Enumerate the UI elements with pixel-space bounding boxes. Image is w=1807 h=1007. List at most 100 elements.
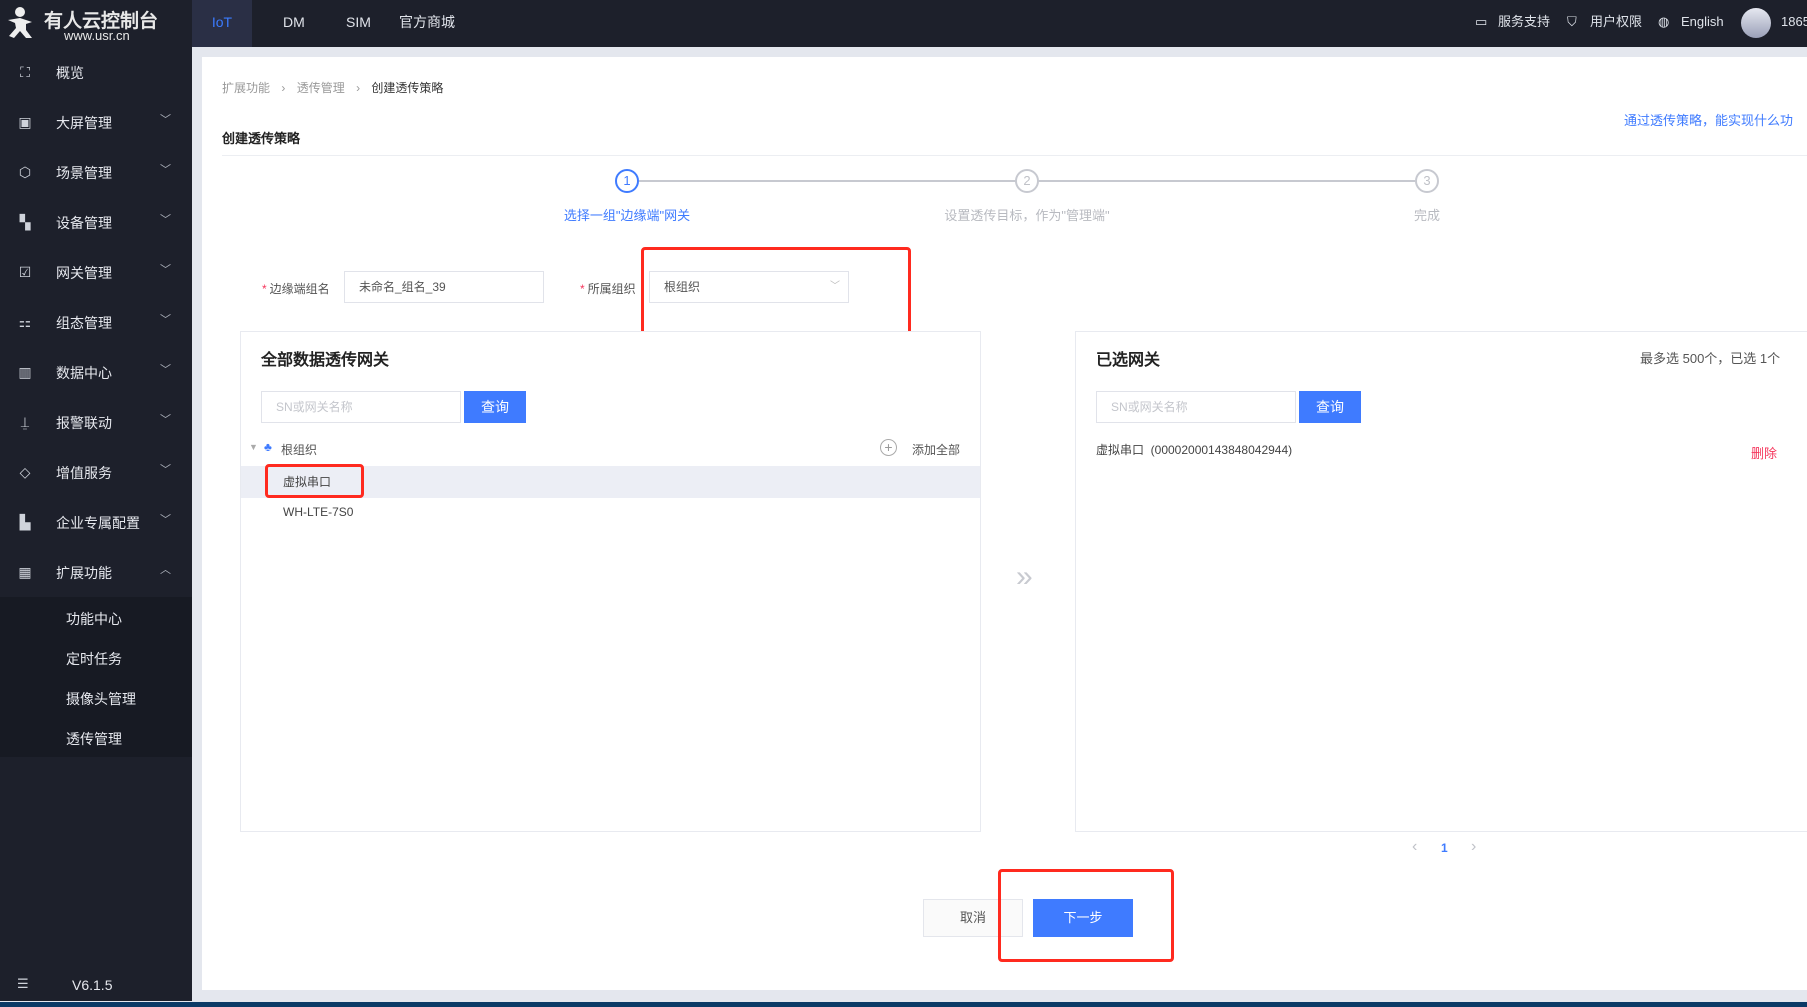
all-gateways-title: 全部数据透传网关 xyxy=(261,352,390,369)
group-name-input[interactable]: 未命名_组名_39 xyxy=(344,271,544,303)
breadcrumb-current: 创建透传策略 xyxy=(371,81,444,95)
step-2-label: 设置透传目标，作为"管理端" xyxy=(944,208,1110,223)
shield-icon[interactable]: ⛉ xyxy=(1567,0,1577,47)
grid-icon: ▦ xyxy=(18,564,32,580)
transfer-arrow-icon[interactable]: » xyxy=(1016,560,1033,594)
support-link[interactable]: 服务支持 xyxy=(1498,0,1550,47)
chevron-down-icon: ﹀ xyxy=(160,264,171,276)
submenu: 功能中心 定时任务 摄像头管理 透传管理 xyxy=(0,597,192,757)
chevron-down-icon: ﹀ xyxy=(160,214,171,226)
highlight-box-item xyxy=(265,464,364,498)
chevron-right-icon: › xyxy=(356,81,361,95)
sidebar-item-label: 网关管理 xyxy=(56,265,112,281)
screen-icon: ▣ xyxy=(18,114,32,130)
sidebar-item-label: 报警联动 xyxy=(56,415,112,431)
sidebar-item-label: 组态管理 xyxy=(56,315,112,331)
diamond-icon: ◇ xyxy=(19,464,31,480)
submenu-passthrough[interactable]: 透传管理 xyxy=(66,729,122,749)
sidebar-item-data[interactable]: ▥ 数据中心 ﹀ xyxy=(0,347,192,397)
logo[interactable]: 有人云控制台 www.usr.cn xyxy=(6,4,186,44)
page-1[interactable]: 1 xyxy=(1441,841,1448,855)
sidebar-item-label: 概览 xyxy=(56,65,84,81)
version-label: V6.1.5 xyxy=(72,977,113,993)
sidebar-item-label: 设备管理 xyxy=(56,215,112,231)
scene-icon: ⬡ xyxy=(18,164,32,180)
brand-url: www.usr.cn xyxy=(64,28,130,43)
breadcrumb-extensions[interactable]: 扩展功能 xyxy=(222,81,270,95)
chevron-down-icon: ﹀ xyxy=(160,364,171,376)
chevron-down-icon: ﹀ xyxy=(160,164,171,176)
sidebar-item-label: 大屏管理 xyxy=(56,115,112,131)
tree-root[interactable]: 根组织 xyxy=(281,441,317,458)
right-search-button[interactable]: 查询 xyxy=(1299,391,1361,423)
prev-page-button[interactable]: ‹ xyxy=(1412,838,1417,856)
gateway-icon: ☑ xyxy=(18,264,32,280)
highlight-box-next xyxy=(998,869,1174,962)
selected-item: 虚拟串口 (00002000143848042944) xyxy=(1096,443,1293,457)
collapse-menu-icon[interactable]: ☰ xyxy=(17,976,29,992)
overview-icon: ⛶ xyxy=(20,64,30,80)
left-search-button[interactable]: 查询 xyxy=(464,391,526,423)
step-2-circle: 2 xyxy=(1015,169,1039,193)
chevron-down-icon: ﹀ xyxy=(160,414,171,426)
sidebar-item-value-added[interactable]: ◇ 增值服务 ﹀ xyxy=(0,447,192,497)
sidebar-item-screen[interactable]: ▣ 大屏管理 ﹀ xyxy=(0,97,192,147)
config-icon: ⚏ xyxy=(18,314,32,330)
submenu-scheduled-tasks[interactable]: 定时任务 xyxy=(66,649,122,669)
tab-store[interactable]: 官方商城 xyxy=(379,0,475,47)
selection-count: 最多选 500个，已选 1个 xyxy=(1640,351,1781,366)
chevron-down-icon: ﹀ xyxy=(160,314,171,326)
delete-button[interactable]: 删除 xyxy=(1751,443,1777,462)
chevron-right-icon: › xyxy=(281,81,286,95)
breadcrumb-passthrough[interactable]: 透传管理 xyxy=(297,81,345,95)
chevron-down-icon: ﹀ xyxy=(160,464,171,476)
sidebar-item-alarm[interactable]: ⍊ 报警联动 ﹀ xyxy=(0,397,192,447)
right-search-input[interactable]: SN或网关名称 xyxy=(1096,391,1296,423)
page-title: 创建透传策略 xyxy=(222,131,301,146)
permissions-link[interactable]: 用户权限 xyxy=(1590,0,1642,47)
tree-item[interactable]: WH-LTE-7S0 xyxy=(283,505,353,519)
breadcrumb: 扩展功能 › 透传管理 › 创建透传策略 xyxy=(222,79,443,96)
sidebar-item-label: 场景管理 xyxy=(56,165,112,181)
step-3-circle: 3 xyxy=(1415,169,1439,193)
logo-person-icon xyxy=(8,7,32,38)
globe-icon[interactable]: ◍ xyxy=(1658,0,1669,47)
sidebar-item-device[interactable]: ▚ 设备管理 ﹀ xyxy=(0,197,192,247)
step-3-label: 完成 xyxy=(1413,208,1441,223)
chevron-down-icon: ﹀ xyxy=(160,514,171,526)
tab-dm[interactable]: DM xyxy=(263,0,325,47)
next-page-button[interactable]: › xyxy=(1471,838,1476,856)
highlight-box-org xyxy=(641,247,911,342)
chat-icon[interactable]: ▭ xyxy=(1475,0,1487,47)
chevron-down-icon: ﹀ xyxy=(160,114,171,126)
sidebar-item-gateway[interactable]: ☑ 网关管理 ﹀ xyxy=(0,247,192,297)
taskbar-strip xyxy=(0,1002,1807,1007)
caret-down-icon[interactable]: ▼ xyxy=(249,442,258,452)
org-label: * 所属组织 xyxy=(580,282,636,296)
org-tree-icon: ♣ xyxy=(264,440,272,454)
help-link[interactable]: 通过透传策略，能实现什么功 xyxy=(1624,110,1793,129)
sidebar-item-label: 数据中心 xyxy=(56,365,112,381)
sidebar-item-scene[interactable]: ⬡ 场景管理 ﹀ xyxy=(0,147,192,197)
sidebar-item-config[interactable]: ⚏ 组态管理 ﹀ xyxy=(0,297,192,347)
add-circle-icon[interactable]: + xyxy=(880,439,897,456)
step-1-label: 选择一组"边缘端"网关 xyxy=(563,208,691,223)
device-icon: ▚ xyxy=(19,214,31,230)
sidebar-item-overview[interactable]: ⛶ 概览 xyxy=(0,47,192,97)
tab-iot[interactable]: IoT xyxy=(192,0,252,47)
avatar[interactable] xyxy=(1741,8,1771,38)
sidebar: ⛶ 概览 ▣ 大屏管理 ﹀ ⬡ 场景管理 ﹀ ▚ 设备管理 ﹀ ☑ 网关管理 ﹀ ⚏ 组态管理 ﹀ ▥… xyxy=(0,47,192,1001)
user-name[interactable]: 1865 xyxy=(1781,0,1807,47)
building-icon: ▙ xyxy=(19,514,31,530)
sidebar-item-label: 增值服务 xyxy=(56,465,112,481)
submenu-function-center[interactable]: 功能中心 xyxy=(66,609,122,629)
sidebar-item-enterprise[interactable]: ▙ 企业专属配置 ﹀ xyxy=(0,497,192,547)
group-name-label: * 边缘端组名 xyxy=(262,282,330,296)
sidebar-item-extensions[interactable]: ▦ 扩展功能 ︿ xyxy=(0,547,192,597)
sidebar-item-label: 扩展功能 xyxy=(56,565,112,581)
language-switch[interactable]: English xyxy=(1681,0,1724,47)
add-all-button[interactable]: 添加全部 xyxy=(912,441,960,458)
step-1-circle: 1 xyxy=(615,169,639,193)
submenu-camera[interactable]: 摄像头管理 xyxy=(66,689,136,709)
left-search-input[interactable]: SN或网关名称 xyxy=(261,391,461,423)
